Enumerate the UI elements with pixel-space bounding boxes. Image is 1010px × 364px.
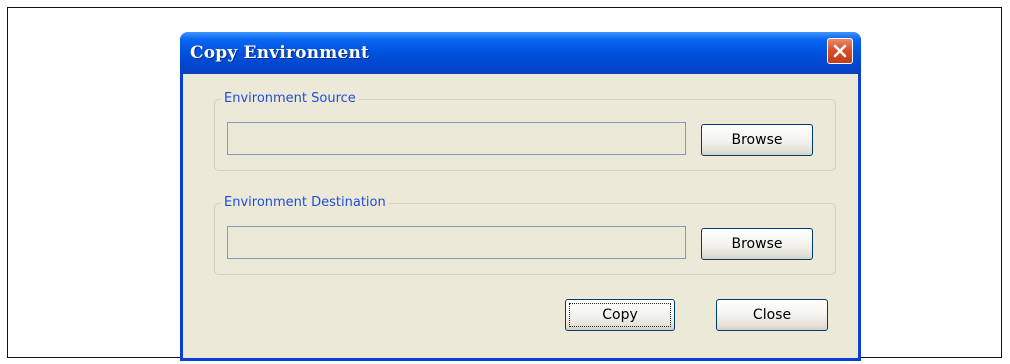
destination-browse-button[interactable]: Browse: [701, 228, 813, 260]
close-icon: [833, 44, 847, 58]
source-browse-button[interactable]: Browse: [701, 124, 813, 156]
copy-button-label: Copy: [569, 303, 671, 327]
window-close-button[interactable]: [827, 38, 853, 64]
copy-environment-dialog: Copy Environment Environment Source Brow…: [180, 32, 861, 361]
environment-destination-label: Environment Destination: [221, 194, 389, 212]
copy-button[interactable]: Copy: [565, 299, 675, 331]
environment-destination-group: Environment Destination Browse: [214, 194, 836, 275]
close-button[interactable]: Close: [716, 299, 828, 331]
environment-source-input[interactable]: [227, 122, 686, 155]
screenshot-frame: Copy Environment Environment Source Brow…: [7, 7, 1002, 361]
environment-destination-input[interactable]: [227, 226, 686, 259]
environment-source-label: Environment Source: [221, 90, 359, 108]
environment-source-group: Environment Source Browse: [214, 90, 836, 171]
window-title: Copy Environment: [190, 43, 370, 63]
title-bar[interactable]: Copy Environment: [180, 32, 861, 74]
